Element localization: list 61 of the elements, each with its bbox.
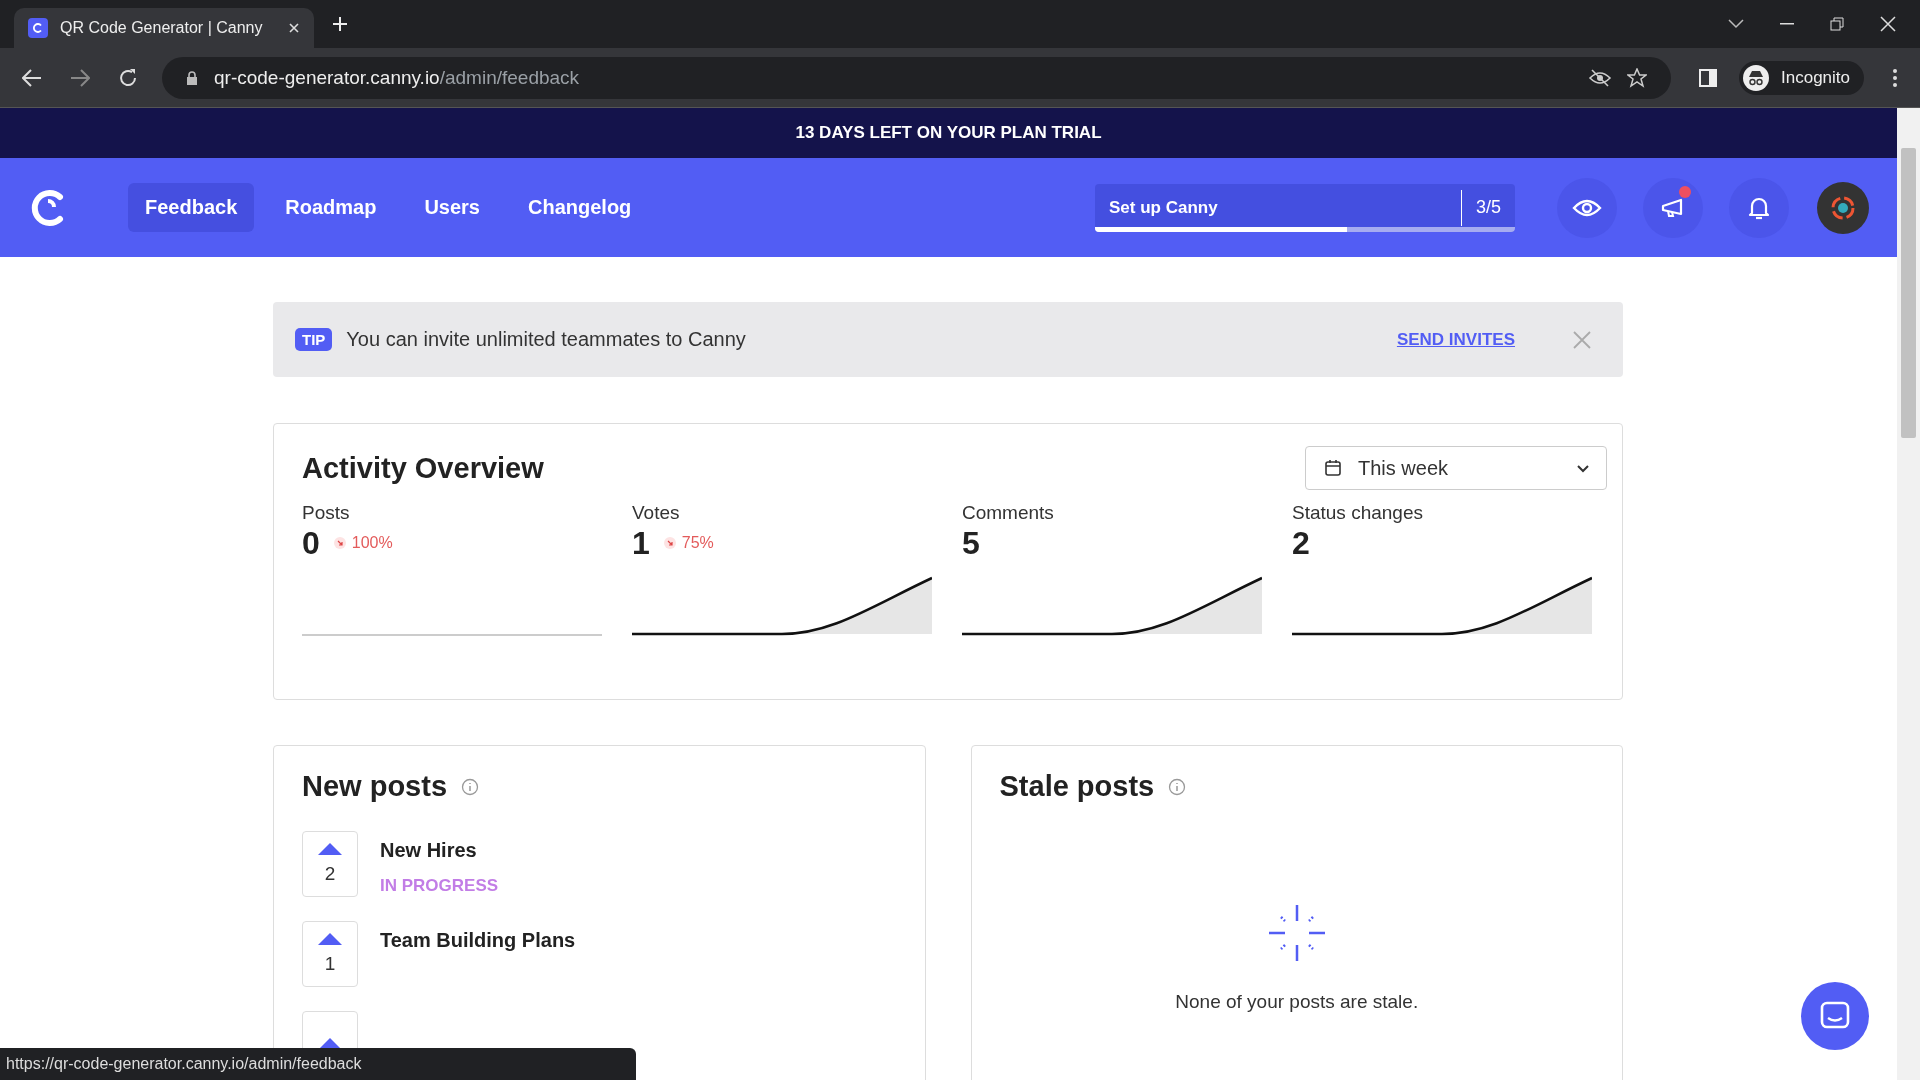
change-badge: 100% xyxy=(333,534,393,552)
metric-label: Comments xyxy=(962,502,1055,524)
post-title[interactable]: Team Building Plans xyxy=(380,929,576,952)
empty-message: None of your posts are stale. xyxy=(1175,991,1419,1013)
metric-value: 0 xyxy=(302,524,320,562)
tab-title: QR Code Generator | Canny xyxy=(60,19,264,37)
lock-icon xyxy=(186,70,198,85)
nav-link[interactable]: Roadmap xyxy=(268,183,394,232)
triangle-up-icon xyxy=(318,843,342,855)
calendar-icon xyxy=(1324,459,1342,477)
send-invites-link[interactable]: SEND INVITES xyxy=(1396,329,1515,350)
tip-badge: TIP xyxy=(295,328,333,351)
post-title[interactable]: New Hires xyxy=(380,839,499,862)
scrollbar[interactable] xyxy=(1897,108,1920,1080)
metric-label: Votes xyxy=(632,502,681,524)
nav-link[interactable]: Changelog xyxy=(511,183,649,232)
side-panel-icon[interactable] xyxy=(1699,68,1717,87)
nav-link[interactable]: Feedback xyxy=(128,183,255,232)
metric-value: 1 xyxy=(632,524,650,562)
date-range-dropdown[interactable]: This week xyxy=(1305,446,1607,490)
tip-text: You can invite unlimited teammates to Canny xyxy=(346,328,746,351)
card-title: New posts xyxy=(302,770,448,803)
reload-icon[interactable] xyxy=(118,67,138,88)
restore-icon[interactable] xyxy=(1830,17,1844,31)
post-status: IN PROGRESS xyxy=(380,876,499,896)
browser-tab[interactable]: QR Code Generator | Canny xyxy=(14,8,314,48)
info-icon[interactable] xyxy=(461,777,480,796)
card-title: Stale posts xyxy=(999,770,1155,803)
chevron-down-icon[interactable] xyxy=(1728,19,1744,29)
more-icon[interactable] xyxy=(1892,67,1898,88)
profile-button[interactable]: Incognito xyxy=(1739,60,1864,95)
metric-label: Posts xyxy=(302,502,351,524)
avatar[interactable] xyxy=(1817,181,1869,234)
new-tab-icon[interactable] xyxy=(332,16,348,32)
sparkle-icon xyxy=(1266,903,1327,963)
canny-logo-icon xyxy=(28,18,48,38)
url-text: qr-code-generator.canny.io/admin/feedback xyxy=(214,66,580,89)
address-bar[interactable]: qr-code-generator.canny.io/admin/feedback xyxy=(162,56,1671,99)
back-icon[interactable] xyxy=(22,68,42,87)
upvote-button[interactable]: 1 xyxy=(302,921,358,987)
forward-icon[interactable] xyxy=(70,68,90,87)
metric-value: 5 xyxy=(962,524,980,562)
status-url-tooltip: https://qr-code-generator.canny.io/admin/feedback xyxy=(0,1048,636,1080)
upvote-button[interactable]: 2 xyxy=(302,831,358,897)
change-badge: 75% xyxy=(663,534,714,552)
card-title: Activity Overview xyxy=(302,451,544,485)
nav-link[interactable]: Users xyxy=(407,183,497,232)
eye-slash-icon[interactable] xyxy=(1589,68,1611,87)
chevron-down-icon xyxy=(1576,463,1590,473)
setup-progress-button[interactable]: Set up Canny 3/5 xyxy=(1095,183,1515,232)
minimize-icon[interactable] xyxy=(1780,23,1794,25)
trial-banner: 13 DAYS LEFT ON YOUR PLAN TRIAL xyxy=(0,108,1897,158)
setup-label: Set up Canny xyxy=(1108,197,1219,218)
triangle-up-icon xyxy=(318,933,342,945)
metric-value: 2 xyxy=(1292,524,1310,562)
eye-icon xyxy=(1572,197,1602,218)
star-icon[interactable] xyxy=(1627,67,1647,88)
metric-label: Status changes xyxy=(1292,502,1424,524)
setup-count: 3/5 xyxy=(1460,189,1515,226)
info-icon[interactable] xyxy=(1168,777,1187,796)
incognito-icon xyxy=(1743,64,1769,91)
